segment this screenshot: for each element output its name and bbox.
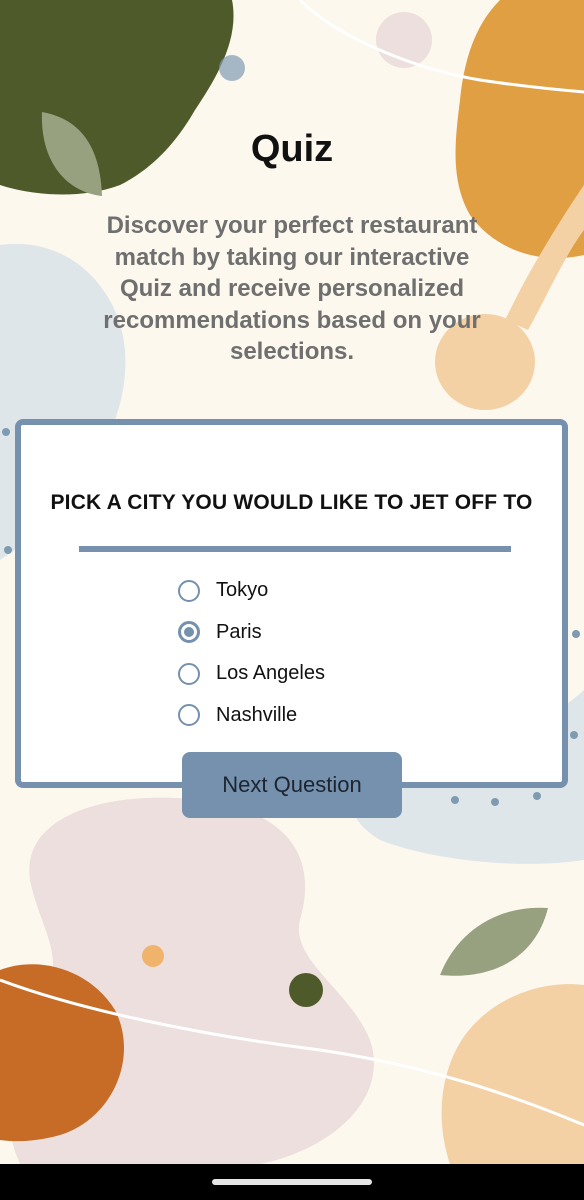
question-divider (79, 546, 511, 552)
radio-button-icon[interactable] (178, 662, 200, 685)
option-label: Paris (216, 620, 262, 643)
radio-button-icon[interactable] (178, 704, 200, 727)
system-navigation-bar (0, 1164, 584, 1200)
radio-button-selected-icon[interactable] (178, 621, 200, 644)
option-nashville[interactable]: Nashville (178, 695, 325, 737)
radio-button-icon[interactable] (178, 579, 200, 602)
page-description: Discover your perfect restaurant match b… (103, 212, 481, 365)
option-los-angeles[interactable]: Los Angeles (178, 653, 325, 695)
option-tokyo[interactable]: Tokyo (178, 570, 325, 612)
option-label: Los Angeles (216, 662, 325, 685)
quiz-question: PICK A CITY YOU WOULD LIKE TO JET OFF TO (50, 491, 533, 514)
next-question-button[interactable]: Next Question (182, 752, 402, 818)
option-label: Tokyo (216, 579, 269, 602)
option-label: Nashville (216, 703, 298, 726)
page-title: Quiz (250, 128, 334, 170)
home-indicator[interactable] (212, 1179, 372, 1185)
answer-options: Tokyo Paris Los Angeles Nashville (178, 570, 325, 736)
option-paris[interactable]: Paris (178, 612, 325, 654)
quiz-card: PICK A CITY YOU WOULD LIKE TO JET OFF TO… (15, 419, 568, 788)
